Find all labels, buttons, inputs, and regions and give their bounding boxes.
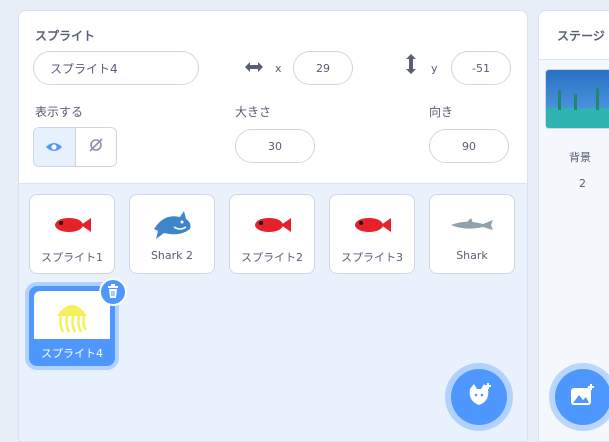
sprite-tile[interactable]: Shark 2	[129, 194, 215, 274]
sprite-tile-name: スプライト1	[41, 251, 103, 264]
backdrop-label: 背景	[569, 151, 591, 164]
sprite-pane: スプライト スプライト4 x 29 y -51 表示する 大きさ 30 向き 9…	[18, 10, 528, 442]
hide-button[interactable]	[74, 128, 117, 166]
blue-shark-icon	[130, 207, 214, 243]
choose-sprite-button[interactable]	[451, 369, 507, 425]
red-fish-icon	[230, 207, 314, 243]
y-arrows-icon	[404, 53, 418, 79]
x-label: x	[275, 62, 282, 75]
cat-add-icon	[465, 381, 493, 413]
direction-label: 向き	[429, 105, 454, 119]
sprite-tile-name: Shark 2	[150, 249, 194, 262]
sprite-tile-name: スプライト3	[341, 251, 403, 264]
stage-title: ステージ	[557, 29, 605, 43]
gray-shark-icon	[430, 207, 514, 243]
sprite-tile[interactable]: Shark	[429, 194, 515, 274]
sprite-name-field[interactable]: スプライト4	[33, 51, 199, 85]
direction-field[interactable]: 90	[429, 129, 509, 163]
sprite-tile-name: スプライト4	[41, 347, 103, 360]
stage-thumbnail[interactable]	[545, 69, 609, 129]
eye-slash-icon	[88, 137, 104, 157]
stage-pane: ステージ 背景 2	[538, 10, 609, 442]
delete-sprite-button[interactable]	[99, 278, 127, 306]
visibility-toggle	[33, 127, 117, 167]
sprite-label: スプライト	[35, 29, 96, 43]
x-field[interactable]: 29	[293, 51, 353, 85]
x-arrows-icon	[244, 59, 264, 78]
sprite-tile[interactable]: スプライト2	[229, 194, 315, 274]
y-label: y	[431, 62, 438, 75]
size-label: 大きさ	[235, 105, 272, 119]
eye-icon	[45, 138, 63, 157]
show-label: 表示する	[35, 105, 84, 119]
stage-header: ステージ	[539, 11, 609, 60]
trash-icon	[107, 283, 119, 302]
sprite-tile[interactable]: スプライト1	[29, 194, 115, 274]
choose-backdrop-button[interactable]	[555, 369, 609, 425]
red-fish-icon	[330, 207, 414, 243]
sprite-tile-name: スプライト2	[241, 251, 303, 264]
size-field[interactable]: 30	[235, 129, 315, 163]
sprite-tile[interactable]: スプライト3	[329, 194, 415, 274]
sprite-info-panel: スプライト スプライト4 x 29 y -51 表示する 大きさ 30 向き 9…	[19, 11, 527, 184]
sprite-tile-name: Shark	[456, 249, 488, 262]
backdrop-count: 2	[579, 177, 586, 190]
image-add-icon	[570, 383, 596, 411]
yellow-jellyfish-icon	[32, 299, 112, 335]
y-field[interactable]: -51	[451, 51, 511, 85]
red-fish-icon	[30, 207, 114, 243]
show-button[interactable]	[34, 128, 75, 166]
